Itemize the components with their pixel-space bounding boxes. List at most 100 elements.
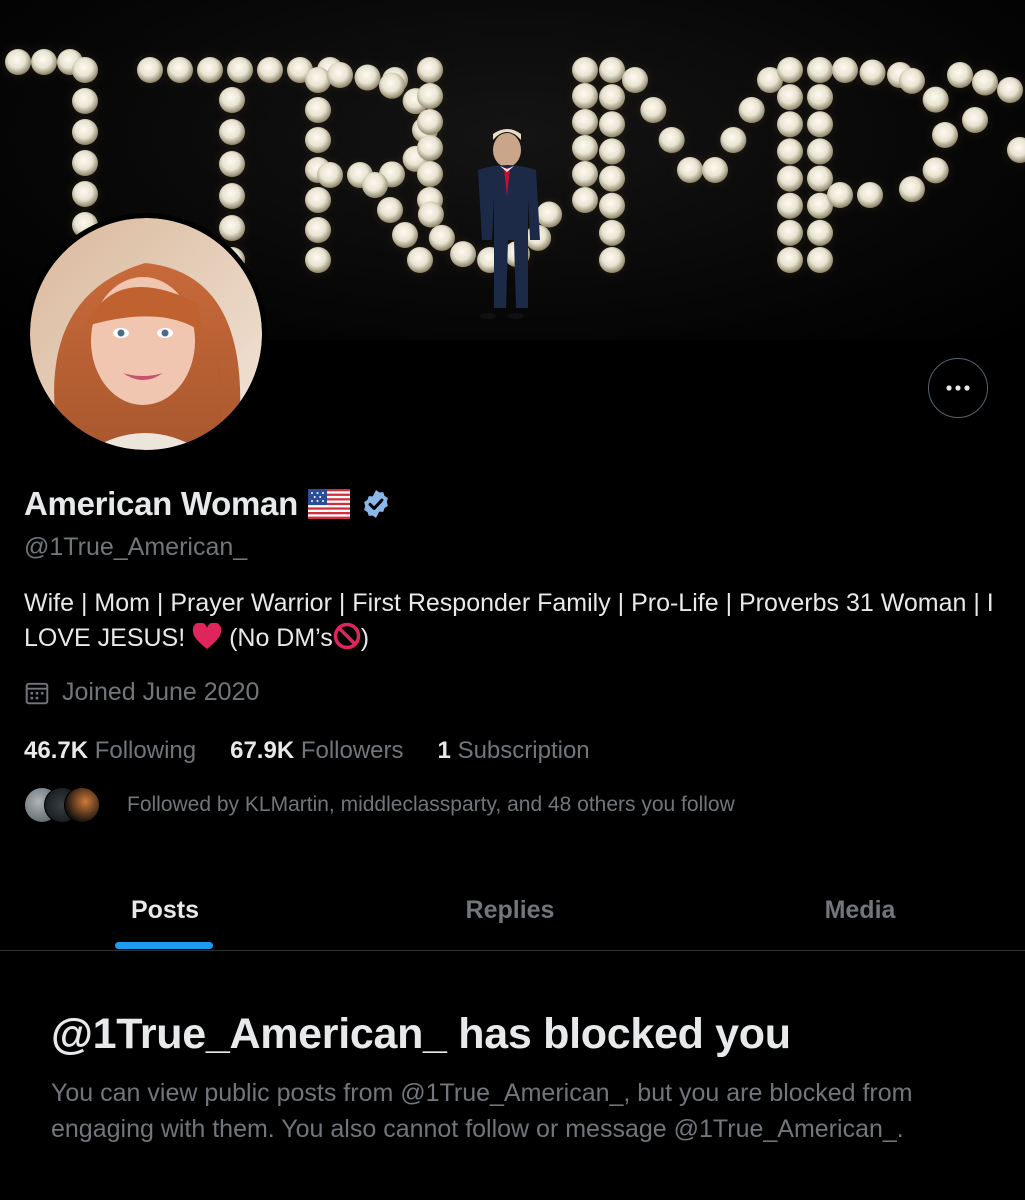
bio-text: Wife | Mom | Prayer Warrior | First Resp… (24, 589, 994, 652)
profile-name-row: American Woman (24, 485, 392, 523)
tab-media[interactable]: Media (690, 870, 1025, 950)
marquee-bulb (72, 88, 98, 114)
marquee-bulb (450, 241, 477, 268)
more-horizontal-icon (946, 385, 970, 391)
marquee-bulb (72, 150, 98, 176)
marquee-bulb (327, 62, 353, 88)
marquee-bulb (807, 84, 833, 111)
marquee-bulb (305, 217, 331, 243)
joined-text: Joined June 2020 (62, 678, 260, 706)
verified-badge-icon[interactable] (360, 488, 392, 520)
mini-avatar (64, 787, 100, 823)
marquee-bulb (777, 138, 803, 165)
marquee-bulb (807, 57, 833, 83)
followed-by-text[interactable]: Followed by KLMartin, middleclassparty, … (127, 793, 735, 817)
marquee-bulb (827, 182, 853, 208)
following-link[interactable]: 46.7K Following (24, 737, 196, 765)
followers-label: Followers (300, 737, 404, 764)
marquee-bulb (219, 151, 245, 177)
marquee-bulb (572, 57, 598, 83)
marquee-bulb (777, 192, 803, 219)
marquee-bulb (599, 192, 625, 219)
marquee-bulb (417, 57, 443, 83)
marquee-bulb (857, 182, 883, 208)
red-heart-icon (192, 623, 222, 649)
marquee-bulb (72, 181, 98, 207)
marquee-bulb (417, 161, 443, 187)
bio-dm-note: (No DM’s (229, 624, 333, 652)
marquee-bulb (227, 57, 253, 83)
marquee-bulb (305, 247, 331, 273)
marquee-bulb (305, 97, 331, 123)
us-flag-icon (307, 489, 350, 519)
person-figure (478, 129, 540, 319)
marquee-bulb (777, 57, 803, 83)
marquee-bulb (417, 109, 443, 135)
marquee-bulb (738, 97, 765, 123)
marquee-bulb (622, 67, 648, 93)
marquee-bulb (832, 57, 858, 83)
marquee-bulb (807, 111, 833, 138)
profile-bio: Wife | Mom | Prayer Warrior | First Resp… (24, 586, 1009, 656)
marquee-bulb (354, 64, 381, 91)
subscription-count: 1 (437, 737, 451, 764)
marquee-bulb (599, 138, 625, 165)
followers-count: 67.9K (230, 737, 295, 764)
marquee-bulb (640, 97, 667, 123)
marquee-bulb (305, 127, 331, 153)
marquee-bulb (962, 107, 988, 133)
joined-date: Joined June 2020 (24, 678, 259, 707)
followers-you-know-avatars (24, 787, 102, 823)
marquee-bulb (137, 57, 163, 83)
marquee-bulb (257, 57, 283, 83)
subscriptions-link[interactable]: 1 Subscription (438, 737, 590, 765)
marquee-bulb (536, 201, 563, 228)
marquee-bulb (807, 138, 833, 165)
followers-link[interactable]: 67.9K Followers (230, 737, 403, 765)
marquee-bulb (378, 72, 405, 99)
marquee-bulb (417, 83, 443, 109)
tab-posts[interactable]: Posts (0, 870, 330, 950)
marquee-bulb (677, 157, 703, 183)
blocked-description: You can view public posts from @1True_Am… (51, 1079, 913, 1143)
profile-handle: @1True_American_ (24, 533, 248, 561)
more-options-button[interactable] (928, 358, 988, 418)
marquee-bulb (305, 67, 331, 93)
marquee-bulb (572, 109, 598, 135)
marquee-bulb (599, 84, 625, 111)
marquee-bulb (197, 57, 223, 83)
marquee-bulb (599, 57, 625, 83)
marquee-bulb (807, 219, 833, 246)
marquee-bulb (777, 219, 803, 246)
marquee-bulb (997, 77, 1023, 103)
tab-replies[interactable]: Replies (340, 870, 680, 950)
marquee-bulb (599, 165, 625, 192)
profile-avatar[interactable] (25, 213, 267, 455)
profile-stats: 46.7K Following 67.9K Followers 1 Subscr… (24, 737, 590, 765)
marquee-bulb (417, 135, 443, 161)
avatar-photo (25, 213, 267, 455)
following-count: 46.7K (24, 737, 89, 764)
marquee-bulb (777, 111, 803, 138)
marquee-bulb (807, 247, 833, 273)
profile-tabs: Posts Replies Media (0, 870, 1025, 951)
marquee-bulb (72, 57, 98, 83)
marquee-bulb (428, 224, 455, 251)
following-label: Following (94, 737, 197, 764)
marquee-bulb (219, 87, 245, 113)
marquee-bulb (922, 157, 949, 184)
marquee-bulb (219, 215, 245, 241)
marquee-bulb (407, 247, 433, 273)
marquee-bulb (31, 49, 57, 75)
marquee-bulb (777, 165, 803, 192)
marquee-bulb (932, 122, 958, 148)
marquee-bulb (362, 172, 388, 198)
marquee-bulb (599, 247, 625, 273)
marquee-bulb (947, 62, 973, 88)
display-name: American Woman (24, 485, 298, 522)
blocked-title: @1True_American_ has blocked you (51, 1010, 791, 1058)
bio-dm-close: ) (360, 624, 370, 652)
followed-by-row[interactable]: Followed by KLMartin, middleclassparty, … (24, 787, 735, 823)
prohibited-icon (333, 622, 361, 650)
calendar-icon (25, 682, 49, 704)
